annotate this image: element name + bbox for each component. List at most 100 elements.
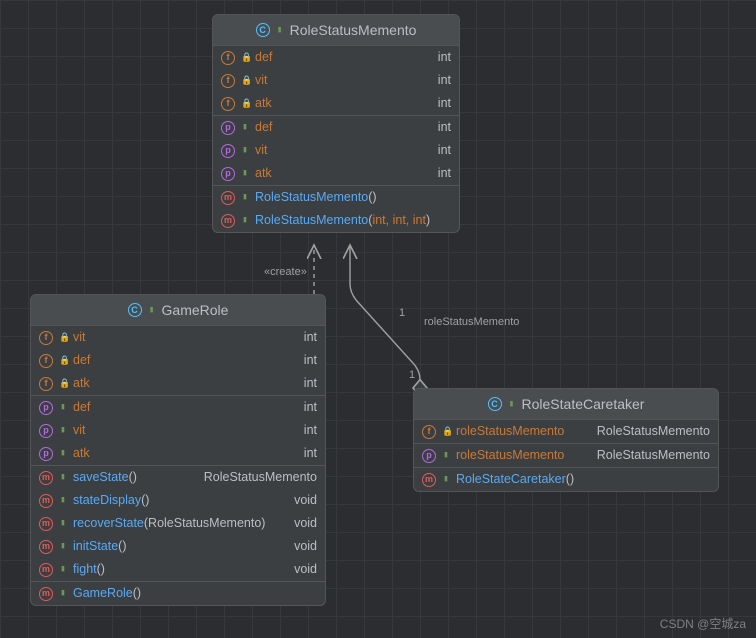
method-icon: m (39, 587, 53, 601)
class-header: C ▮ RoleStateCaretaker (414, 389, 718, 420)
field-row: f🔒vitint (31, 326, 325, 349)
visibility-icon: ▮ (241, 165, 249, 182)
visibility-icon: ▮ (148, 305, 156, 315)
visibility-icon: ▮ (59, 561, 67, 578)
method-icon: m (221, 191, 235, 205)
lock-icon: 🔒 (241, 49, 249, 66)
create-label: «create» (264, 266, 307, 278)
prop-row: p▮roleStatusMementoRoleStatusMemento (414, 444, 718, 467)
prop-row: p ▮ def int (213, 116, 459, 139)
visibility-icon: ▮ (59, 515, 67, 532)
class-header: C ▮ RoleStatusMemento (213, 15, 459, 46)
property-icon: p (39, 424, 53, 438)
assoc-label: roleStatusMemento (424, 316, 519, 328)
visibility-icon: ▮ (241, 212, 249, 229)
prop-row: p▮atkint (31, 442, 325, 465)
class-title: RoleStateCaretaker (522, 396, 645, 412)
property-icon: p (221, 121, 235, 135)
visibility-icon: ▮ (59, 422, 67, 439)
field-name: vit (255, 72, 268, 89)
class-icon: C (256, 23, 270, 37)
prop-type: int (438, 165, 451, 182)
mult-bottom: 1 (409, 369, 415, 381)
visibility-icon: ▮ (241, 189, 249, 206)
prop-name: def (255, 119, 272, 136)
field-name: def (255, 49, 272, 66)
visibility-icon: ▮ (508, 399, 516, 409)
property-icon: p (422, 449, 436, 463)
property-icon: p (221, 144, 235, 158)
method-icon: m (39, 540, 53, 554)
method-row: m▮GameRole() (31, 582, 325, 605)
method-params: () (368, 190, 376, 204)
method-row: m▮recoverState(RoleStatusMemento)void (31, 512, 325, 535)
mult-top: 1 (399, 307, 405, 319)
visibility-icon: ▮ (59, 445, 67, 462)
class-icon: C (128, 303, 142, 317)
prop-row: p▮vitint (31, 419, 325, 442)
field-row: f 🔒 def int (213, 46, 459, 69)
prop-row: p▮vitint (213, 139, 459, 162)
class-icon: C (488, 397, 502, 411)
method-row: m▮initState()void (31, 535, 325, 558)
method-icon: m (422, 473, 436, 487)
field-icon: f (422, 425, 436, 439)
method-row: m▮saveState()RoleStatusMemento (31, 466, 325, 489)
lock-icon: 🔒 (59, 352, 67, 369)
prop-name: atk (255, 165, 272, 182)
visibility-icon: ▮ (59, 469, 67, 486)
method-row: m▮stateDisplay()void (31, 489, 325, 512)
method-icon: m (39, 563, 53, 577)
prop-row: p▮defint (31, 396, 325, 419)
class-box-memento[interactable]: C ▮ RoleStatusMemento f🔒defint f🔒vitint … (212, 14, 460, 233)
lock-icon: 🔒 (241, 95, 249, 112)
field-type: int (438, 95, 451, 112)
method-row: m▮RoleStatusMemento(int, int, int) (213, 209, 459, 232)
field-icon: f (39, 354, 53, 368)
method-row: m ▮ RoleStatusMemento() (213, 186, 459, 209)
field-type: int (438, 72, 451, 89)
prop-row: p ▮ atk int (213, 162, 459, 185)
field-icon: f (39, 377, 53, 391)
prop-type: int (438, 119, 451, 136)
lock-icon: 🔒 (59, 329, 67, 346)
class-box-gamerole[interactable]: C ▮ GameRole f🔒vitint f🔒defint f🔒atkint … (30, 294, 326, 606)
method-name: RoleStatusMemento (255, 190, 368, 204)
lock-icon: 🔒 (241, 72, 249, 89)
visibility-icon: ▮ (442, 471, 450, 488)
visibility-icon: ▮ (59, 399, 67, 416)
visibility-icon: ▮ (59, 538, 67, 555)
visibility-icon: ▮ (59, 492, 67, 509)
field-row: f🔒roleStatusMementoRoleStatusMemento (414, 420, 718, 443)
prop-name: vit (255, 142, 268, 159)
visibility-icon: ▮ (241, 119, 249, 136)
method-row: m▮RoleStateCaretaker() (414, 468, 718, 491)
visibility-icon: ▮ (442, 447, 450, 464)
watermark: CSDN @空城za (660, 615, 746, 632)
class-title: RoleStatusMemento (290, 22, 417, 38)
field-icon: f (221, 51, 235, 65)
field-type: int (438, 49, 451, 66)
method-icon: m (221, 214, 235, 228)
field-row: f🔒atkint (31, 372, 325, 395)
lock-icon: 🔒 (59, 375, 67, 392)
property-icon: p (39, 401, 53, 415)
field-icon: f (39, 331, 53, 345)
class-header: C ▮ GameRole (31, 295, 325, 326)
class-box-caretaker[interactable]: C ▮ RoleStateCaretaker f🔒roleStatusMemen… (413, 388, 719, 492)
method-name: RoleStatusMemento (255, 213, 368, 227)
field-icon: f (221, 74, 235, 88)
visibility-icon: ▮ (59, 585, 67, 602)
property-icon: p (39, 447, 53, 461)
field-row: f🔒atkint (213, 92, 459, 115)
prop-type: int (438, 142, 451, 159)
method-icon: m (39, 494, 53, 508)
class-title: GameRole (162, 302, 229, 318)
field-row: f 🔒 vit int (213, 69, 459, 92)
property-icon: p (221, 167, 235, 181)
lock-icon: 🔒 (442, 423, 450, 440)
visibility-icon: ▮ (276, 25, 284, 35)
field-icon: f (221, 97, 235, 111)
method-icon: m (39, 471, 53, 485)
method-icon: m (39, 517, 53, 531)
